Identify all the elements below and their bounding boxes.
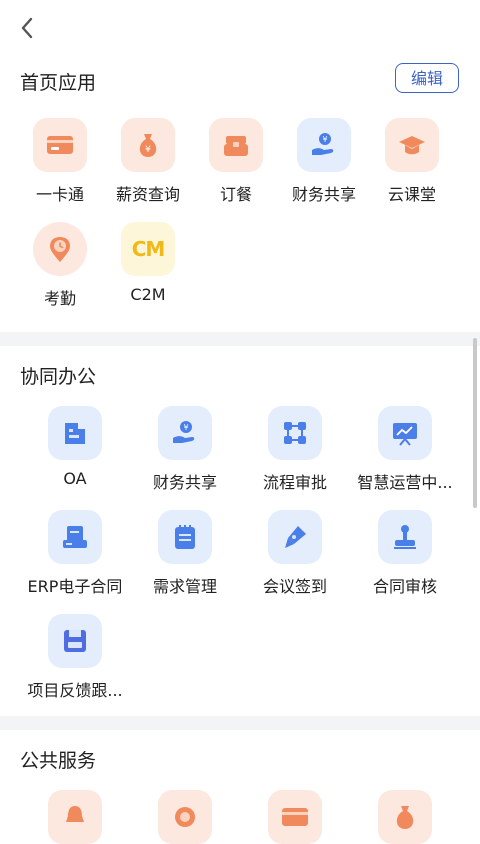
notepad-icon xyxy=(158,510,212,564)
home-apps-grid: 一卡通 ¥ 薪资查询 订餐 ¥ 财务共享 云课堂 考勤 CM C2M xyxy=(0,102,480,326)
app-item[interactable] xyxy=(350,790,460,844)
app-item[interactable]: ¥ 财务共享 xyxy=(130,406,240,510)
app-item[interactable]: 会议签到 xyxy=(240,510,350,614)
app-item[interactable]: 云课堂 xyxy=(368,118,456,222)
food-box-icon xyxy=(209,118,263,172)
presentation-chart-icon xyxy=(378,406,432,460)
section-title: 首页应用 xyxy=(20,72,97,94)
app-label: 薪资查询 xyxy=(115,185,180,204)
bell-icon xyxy=(48,790,102,844)
collab-grid: OA ¥ 财务共享 流程审批 智慧运营中... ERP电子合同 需求管理 会议签… xyxy=(0,392,480,718)
app-item[interactable]: 项目反馈跟... xyxy=(20,614,130,718)
app-item[interactable]: 流程审批 xyxy=(240,406,350,510)
section-divider xyxy=(0,332,480,346)
scrollbar[interactable] xyxy=(473,338,477,508)
app-item[interactable]: 订餐 xyxy=(192,118,280,222)
app-item[interactable]: ¥ 薪资查询 xyxy=(104,118,192,222)
clock-pin-icon xyxy=(33,222,87,276)
app-item[interactable]: 合同审核 xyxy=(350,510,460,614)
app-label: 考勤 xyxy=(43,289,76,308)
app-label: 云课堂 xyxy=(387,185,436,204)
app-label: 流程审批 xyxy=(262,473,327,492)
document-tray-icon xyxy=(48,510,102,564)
app-label: 会议签到 xyxy=(262,577,327,596)
app-label: 财务共享 xyxy=(152,473,217,492)
stamp-icon xyxy=(378,510,432,564)
app-label: OA xyxy=(63,469,87,488)
top-bar xyxy=(0,0,480,58)
app-item[interactable]: ERP电子合同 xyxy=(20,510,130,614)
section-divider xyxy=(0,716,480,730)
card-icon xyxy=(268,790,322,844)
svg-text:¥: ¥ xyxy=(183,423,188,432)
app-label: C2M xyxy=(130,285,166,304)
app-item[interactable]: 智慧运营中... xyxy=(350,406,460,510)
app-item[interactable] xyxy=(240,790,350,844)
target-icon xyxy=(158,790,212,844)
app-label: 项目反馈跟... xyxy=(27,681,123,700)
money-bag-icon xyxy=(378,790,432,844)
app-item[interactable]: 考勤 xyxy=(16,222,104,326)
app-item[interactable]: ¥ 财务共享 xyxy=(280,118,368,222)
building-icon xyxy=(48,406,102,460)
section-title: 协同办公 xyxy=(20,366,97,388)
floppy-disk-icon xyxy=(48,614,102,668)
public-grid xyxy=(0,776,480,844)
collab-section: 协同办公 OA ¥ 财务共享 流程审批 智慧运营中... ERP电子合同 需求管… xyxy=(0,346,480,718)
app-label: ERP电子合同 xyxy=(27,577,123,596)
app-item[interactable]: 需求管理 xyxy=(130,510,240,614)
app-label: 智慧运营中... xyxy=(357,473,453,492)
pen-nib-icon xyxy=(268,510,322,564)
graduation-cap-icon xyxy=(385,118,439,172)
app-item[interactable]: OA xyxy=(20,406,130,510)
svg-text:¥: ¥ xyxy=(322,135,327,144)
c2m-logo-icon: CM xyxy=(121,222,175,276)
finance-hand-icon: ¥ xyxy=(297,118,351,172)
app-item[interactable]: CM C2M xyxy=(104,222,192,326)
home-apps-section: 首页应用 编辑 一卡通 ¥ 薪资查询 订餐 ¥ 财务共享 云课堂 考勤 CM C… xyxy=(0,58,480,326)
app-item[interactable] xyxy=(20,790,130,844)
app-item[interactable]: 一卡通 xyxy=(16,118,104,222)
app-label: 一卡通 xyxy=(35,185,84,204)
svg-text:¥: ¥ xyxy=(145,145,151,155)
section-title: 公共服务 xyxy=(20,750,97,772)
app-label: 财务共享 xyxy=(291,185,356,204)
card-icon xyxy=(33,118,87,172)
app-label: 合同审核 xyxy=(372,577,437,596)
app-label: 需求管理 xyxy=(152,577,217,596)
edit-button[interactable]: 编辑 xyxy=(395,63,459,93)
chevron-left-icon[interactable] xyxy=(14,14,42,42)
finance-hand-icon: ¥ xyxy=(158,406,212,460)
app-label: 订餐 xyxy=(219,185,252,204)
flow-nodes-icon xyxy=(268,406,322,460)
app-item[interactable] xyxy=(130,790,240,844)
public-section: 公共服务 xyxy=(0,730,480,844)
money-bag-icon: ¥ xyxy=(121,118,175,172)
